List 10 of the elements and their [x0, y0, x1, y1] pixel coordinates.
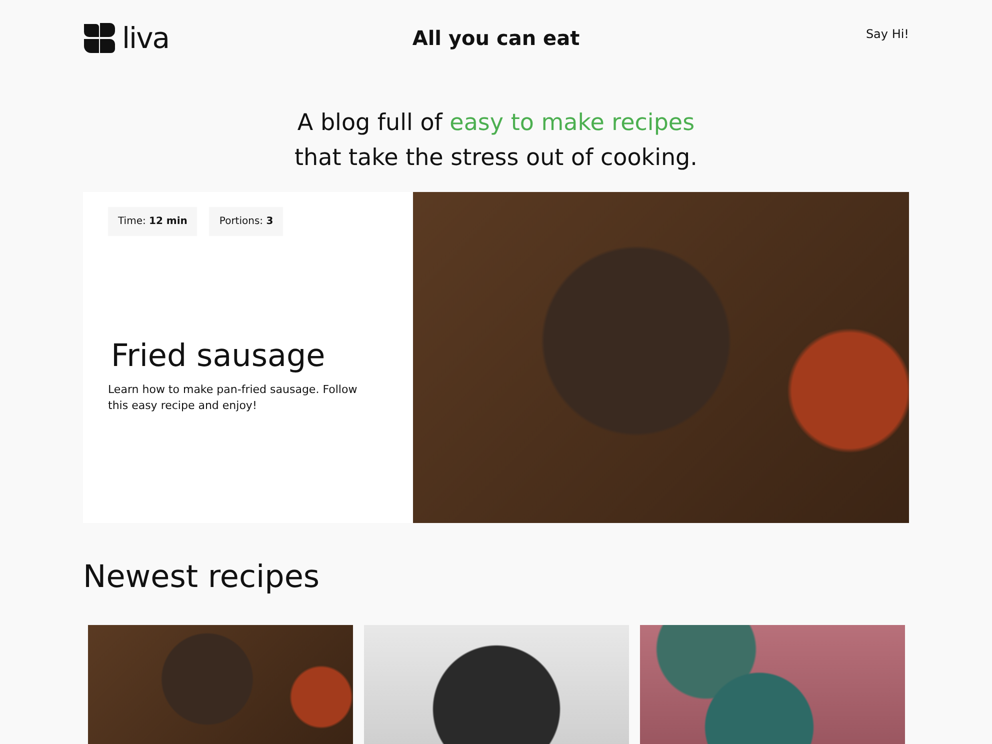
say-hi-link[interactable]: Say Hi!: [866, 27, 909, 41]
recipe-info-tag: Time: 12 min: [108, 207, 198, 236]
logo-link[interactable]: liva: [83, 21, 170, 55]
recipe-info-tag: Portions: 3: [209, 207, 284, 236]
flower-logo-icon: [83, 22, 116, 54]
tagline: A blog full of easy to make recipes that take the stress out of cooking.: [294, 109, 698, 173]
site-title: All you can eat: [412, 26, 580, 50]
recipe-title: Fried sausage: [111, 338, 326, 374]
section-heading: Newest recipes: [83, 559, 321, 595]
recipe-description: Learn how to make pan-fried sausage. Follow this easy recipe and enjoy!: [108, 382, 358, 414]
